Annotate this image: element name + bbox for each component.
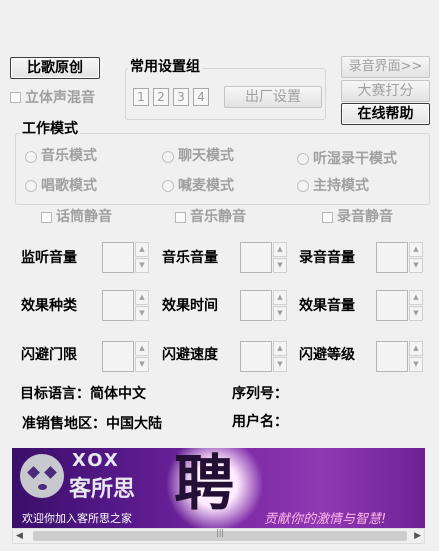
monitor-volume-spinner[interactable]: ▲ ▼: [135, 242, 149, 273]
effect-time-label: 效果时间: [162, 298, 218, 314]
wet-dry-mode-label: 听湿录干模式: [313, 151, 397, 167]
serial-number-label: 序列号：: [232, 386, 288, 402]
factory-settings-button[interactable]: 出厂设置: [224, 86, 322, 108]
record-volume-spinner[interactable]: ▲ ▼: [409, 242, 423, 273]
flash-threshold-field[interactable]: [102, 341, 134, 372]
scroll-right-icon[interactable]: ▶: [414, 529, 421, 543]
app-window: 比歌原创 立体声混音 常用设置组 1 2 3 4 出厂设置 录音界面>> 大赛打…: [0, 0, 439, 551]
music-volume-label: 音乐音量: [162, 250, 218, 266]
effect-volume-spinner[interactable]: ▲ ▼: [409, 290, 423, 321]
preset-group-title: 常用设置组: [128, 59, 202, 75]
preset-1-button[interactable]: 1: [133, 88, 149, 106]
flash-threshold-label: 闪避门限: [21, 347, 77, 363]
wet-dry-mode-radio[interactable]: [297, 153, 309, 165]
flash-level-spinner[interactable]: ▲ ▼: [409, 341, 423, 372]
mic-mute-checkbox[interactable]: [41, 212, 52, 223]
effect-time-field[interactable]: [240, 290, 272, 321]
online-help-button[interactable]: 在线帮助: [341, 103, 430, 125]
ghost-logo-icon: [20, 454, 64, 498]
brand-logo-cn: 客所思: [69, 477, 136, 502]
scroll-left-icon[interactable]: ◀: [16, 529, 23, 543]
preset-2-button[interactable]: 2: [153, 88, 169, 106]
banner-slogan-text: 贡献你的激情与智慧!: [264, 512, 387, 527]
chat-mode-radio[interactable]: [162, 151, 174, 163]
host-mode-label: 主持模式: [313, 178, 369, 194]
record-volume-field[interactable]: [376, 242, 408, 273]
banner-big-char: 聘: [174, 449, 234, 519]
record-mute-checkbox[interactable]: [322, 212, 333, 223]
record-volume-label: 录音音量: [299, 250, 355, 266]
preset-3-button[interactable]: 3: [173, 88, 189, 106]
monitor-volume-label: 监听音量: [21, 250, 77, 266]
music-volume-spinner[interactable]: ▲ ▼: [273, 242, 287, 273]
flash-speed-field[interactable]: [240, 341, 272, 372]
monitor-volume-field[interactable]: [102, 242, 134, 273]
username-label: 用户名：: [232, 414, 288, 430]
music-volume-field[interactable]: [240, 242, 272, 273]
music-mute-checkbox[interactable]: [175, 212, 186, 223]
flash-level-label: 闪避等级: [299, 347, 355, 363]
horizontal-scrollbar[interactable]: ◀ ||| ▶: [12, 528, 425, 544]
effect-type-field[interactable]: [102, 290, 134, 321]
stereo-mix-label: 立体声混音: [25, 90, 95, 106]
effect-type-label: 效果种类: [21, 298, 77, 314]
contest-score-button[interactable]: 大赛打分: [341, 80, 430, 102]
flash-threshold-spinner[interactable]: ▲ ▼: [135, 341, 149, 372]
mic-mute-label: 话筒静音: [56, 209, 112, 225]
brand-logo-latin: XOX: [72, 450, 120, 471]
effect-time-spinner[interactable]: ▲ ▼: [273, 290, 287, 321]
sing-mode-label: 唱歌模式: [41, 178, 97, 194]
music-mute-label: 音乐静音: [190, 209, 246, 225]
chat-mode-label: 聊天模式: [178, 148, 234, 164]
shout-mode-label: 喊麦模式: [178, 178, 234, 194]
sales-region-text: 准销售地区：中国大陆: [22, 416, 162, 432]
sing-mode-radio[interactable]: [25, 180, 37, 192]
shout-mode-radio[interactable]: [162, 180, 174, 192]
host-mode-radio[interactable]: [297, 180, 309, 192]
banner-welcome-text: 欢迎你加入客所思之家: [22, 512, 132, 525]
effect-volume-label: 效果音量: [299, 298, 355, 314]
ad-banner[interactable]: XOX 客所思 聘 欢迎你加入客所思之家 贡献你的激情与智慧!: [12, 448, 425, 528]
recording-ui-button[interactable]: 录音界面>>: [341, 56, 430, 78]
music-mode-label: 音乐模式: [41, 148, 97, 164]
effect-volume-field[interactable]: [376, 290, 408, 321]
effect-type-spinner[interactable]: ▲ ▼: [135, 290, 149, 321]
target-language-text: 目标语言：简体中文: [20, 386, 146, 402]
flash-speed-spinner[interactable]: ▲ ▼: [273, 341, 287, 372]
compare-original-button[interactable]: 比歌原创: [10, 57, 100, 79]
flash-speed-label: 闪避速度: [162, 347, 218, 363]
preset-4-button[interactable]: 4: [193, 88, 209, 106]
music-mode-radio[interactable]: [25, 151, 37, 163]
flash-level-field[interactable]: [376, 341, 408, 372]
stereo-mix-checkbox[interactable]: [10, 92, 21, 103]
scroll-thumb[interactable]: |||: [33, 528, 407, 541]
work-mode-title: 工作模式: [20, 121, 80, 137]
record-mute-label: 录音静音: [337, 209, 393, 225]
